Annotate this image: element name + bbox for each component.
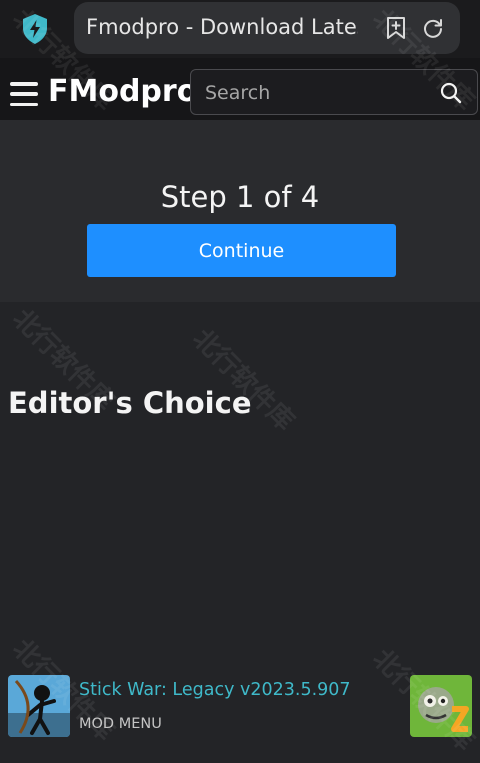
plants-vs-zombies-app-icon[interactable] (410, 675, 472, 737)
search-input[interactable] (203, 78, 427, 108)
bookmark-add-icon[interactable] (382, 14, 410, 42)
reload-icon[interactable] (419, 14, 447, 42)
step-indicator: Step 1 of 4 (160, 180, 320, 214)
app-title-link[interactable]: Stick War: Legacy v2023.5.907 (79, 680, 351, 700)
site-header: FModpro (0, 58, 480, 120)
continue-button[interactable]: Continue (87, 224, 396, 277)
search-icon[interactable] (439, 81, 463, 105)
hamburger-menu-icon[interactable] (10, 82, 38, 106)
app-subtitle: MOD MENU (79, 716, 162, 732)
page-title-url[interactable]: Fmodpro - Download Latest (86, 15, 358, 39)
search-box (190, 69, 478, 115)
section-heading: Editor's Choice (8, 386, 252, 420)
shield-bolt-icon[interactable] (18, 12, 52, 46)
stick-war-app-icon[interactable] (8, 675, 70, 737)
site-logo[interactable]: FModpro (48, 74, 197, 109)
address-bar[interactable]: Fmodpro - Download Latest (74, 2, 460, 54)
download-step-panel: Step 1 of 4 Continue (0, 120, 480, 302)
browser-toolbar: Fmodpro - Download Latest (0, 0, 480, 58)
